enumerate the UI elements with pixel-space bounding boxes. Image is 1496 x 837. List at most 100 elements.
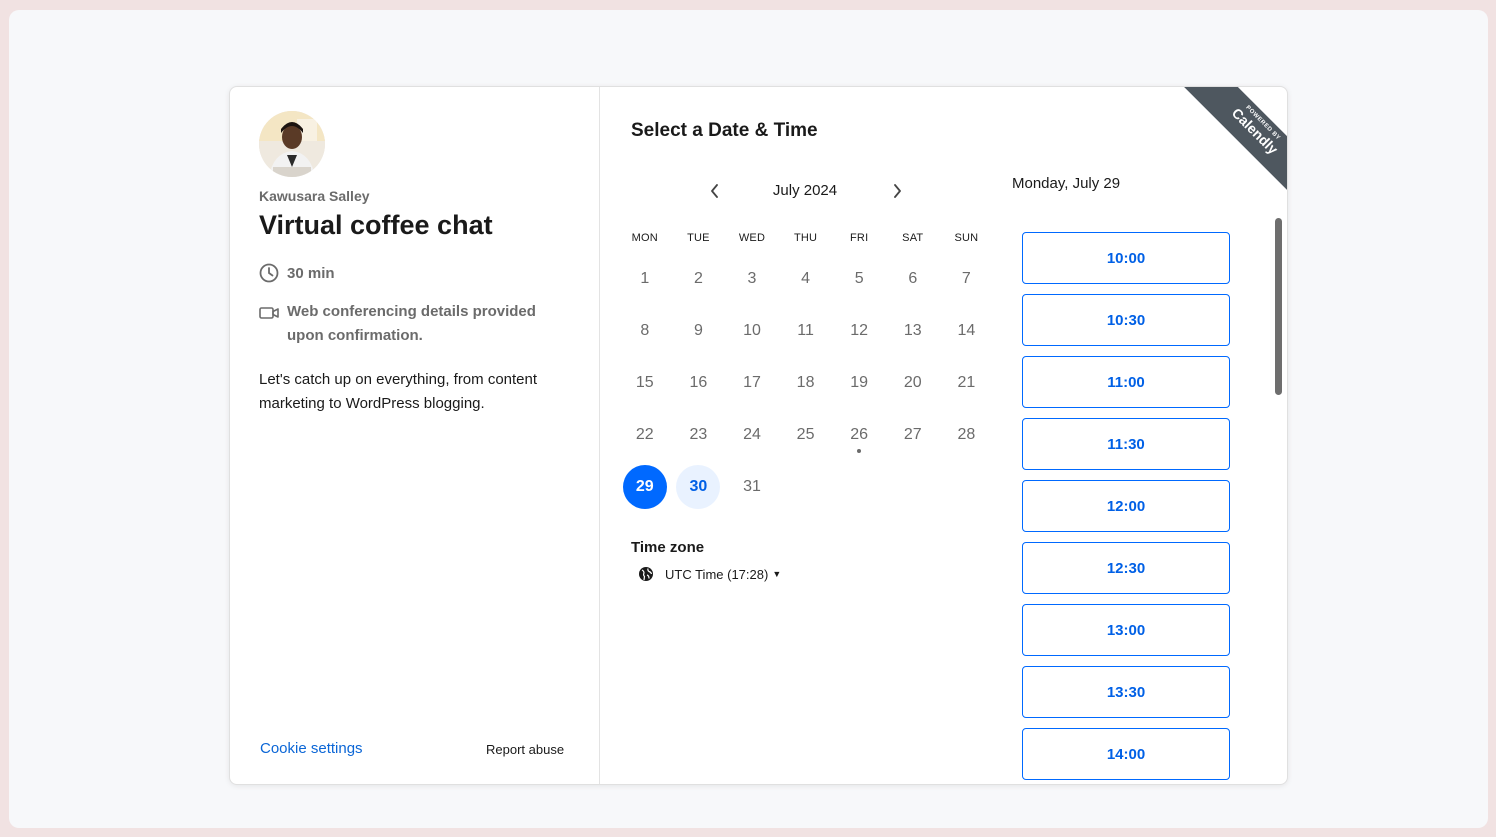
powered-by-calendly-badge[interactable]: POWERED BY Calendly [1182, 87, 1287, 192]
time-slot-button[interactable]: 13:30 [1022, 666, 1230, 718]
weekday-label: TUE [687, 232, 710, 244]
time-slot-button[interactable]: 12:30 [1022, 542, 1230, 594]
calendar-day-number: 17 [743, 374, 761, 391]
calendar-week: 22 23 24 25 26 27 28 [618, 409, 994, 461]
calendar-day-number: 19 [850, 374, 869, 391]
calendar-day-number: 18 [796, 374, 815, 391]
calendar-day: 10 [725, 305, 779, 357]
weekday-label: SAT [902, 232, 924, 244]
caret-down-icon: ▼ [772, 569, 782, 579]
calendar-day: 28 [940, 409, 994, 461]
time-slot-button[interactable]: 11:30 [1022, 418, 1230, 470]
calendar-day-number: 5 [854, 270, 864, 287]
calendar-day-number: 21 [957, 374, 976, 391]
calendar-day-number: 1 [640, 270, 650, 287]
calendar-day-number: 6 [908, 270, 918, 287]
clock-icon [259, 263, 279, 283]
calendar-day: 23 [672, 409, 726, 461]
globe-icon [638, 566, 654, 582]
time-slot-list: 10:00 10:30 11:00 11:30 12:00 12:30 13:00 13:30… [1022, 232, 1230, 784]
calendar-grid: 1 2 3 4 5 6 7 8 9 10 11 12 13 14 15 16 17 18 19 20 21 22 23 24 2… [618, 253, 994, 513]
weekday-header: MON TUE WED THU FRI SAT SUN [618, 232, 993, 244]
calendar-day-number: 15 [635, 374, 654, 391]
timezone-value: UTC Time (17:28) [665, 566, 769, 582]
calendar-day-number: 24 [743, 426, 761, 443]
calendar-day-number: 14 [957, 322, 976, 339]
calendar-day: 27 [886, 409, 940, 461]
calendar-day-number: 12 [850, 322, 869, 339]
calendar-day-number: 30 [676, 465, 721, 509]
timezone-label: Time zone [631, 539, 705, 556]
calendar-day[interactable]: 30 [672, 461, 726, 513]
calendar-day-number: 9 [693, 322, 703, 339]
calendar-day: 15 [618, 357, 672, 409]
host-name: Kawusara Salley [259, 188, 370, 204]
cookie-settings-link[interactable]: Cookie settings [260, 740, 363, 757]
calendar-day: 3 [725, 253, 779, 305]
calendar-day-number: 23 [689, 426, 708, 443]
calendar-day: 12 [832, 305, 886, 357]
booking-card: Kawusara Salley Virtual coffee chat 30 m… [229, 86, 1288, 785]
calendar-day-number: 7 [961, 270, 971, 287]
calendar-day-number: 10 [743, 322, 761, 339]
timezone-select[interactable]: UTC Time (17:28) ▼ [638, 566, 781, 582]
event-duration: 30 min [259, 263, 335, 285]
calendar-day: 19 [832, 357, 886, 409]
calendar-empty-cell [940, 461, 994, 513]
weekday-label: THU [793, 232, 818, 244]
calendar-day: 20 [886, 357, 940, 409]
time-slot-button[interactable]: 11:00 [1022, 356, 1230, 408]
page-title: Select a Date & Time [631, 120, 818, 141]
calendar-day: 9 [672, 305, 726, 357]
calendar-day-number: 28 [957, 426, 976, 443]
time-slot-button[interactable]: 10:30 [1022, 294, 1230, 346]
calendar-day: 31 [725, 461, 779, 513]
calendar-week: 8 9 10 11 12 13 14 [618, 305, 994, 357]
calendar-day-number: 3 [747, 270, 757, 287]
calendar-day: 6 [886, 253, 940, 305]
calendar-day: 14 [940, 305, 994, 357]
video-camera-icon [259, 303, 279, 323]
weekday-label: MON [631, 232, 658, 244]
slots-scrollbar[interactable] [1275, 218, 1282, 395]
calendar-week: 29 30 31 [618, 461, 994, 513]
calendar-day-number: 29 [622, 465, 667, 509]
calendar-day-number: 4 [801, 270, 811, 287]
event-title: Virtual coffee chat [259, 210, 493, 240]
chevron-left-icon [711, 184, 718, 198]
calendar-week: 15 16 17 18 19 20 21 [618, 357, 994, 409]
calendar-day-number: 22 [635, 426, 654, 443]
calendar-day: 22 [618, 409, 672, 461]
calendar-day: 13 [886, 305, 940, 357]
host-avatar [259, 111, 325, 177]
report-abuse-link[interactable]: Report abuse [486, 742, 564, 757]
calendar-day: 11 [779, 305, 833, 357]
calendar-day[interactable]: 29 [618, 461, 672, 513]
chevron-right-icon [894, 184, 901, 198]
calendar-day: 8 [618, 305, 672, 357]
weekday-label: SUN [954, 232, 979, 244]
calendar-day: 16 [672, 357, 726, 409]
duration-text: 30 min [287, 265, 335, 282]
calendar-day: 4 [779, 253, 833, 305]
calendar-day-number: 27 [903, 426, 922, 443]
time-slot-button[interactable]: 10:00 [1022, 232, 1230, 284]
time-slot-button[interactable]: 14:00 [1022, 728, 1230, 780]
event-details-panel: Kawusara Salley Virtual coffee chat 30 m… [230, 87, 600, 784]
month-navigation: July 2024 [700, 179, 910, 203]
event-location: Web conferencing details provided upon c… [259, 300, 557, 348]
time-slot-button[interactable]: 13:00 [1022, 604, 1230, 656]
previous-month-button[interactable] [703, 179, 727, 203]
calendar-day: 18 [779, 357, 833, 409]
time-slot-button[interactable]: 12:00 [1022, 480, 1230, 532]
calendar-day: 17 [725, 357, 779, 409]
calendar-day: 25 [779, 409, 833, 461]
next-month-button[interactable] [885, 179, 909, 203]
calendar-empty-cell [886, 461, 940, 513]
calendar-day: 7 [940, 253, 994, 305]
calendar-day-number: 25 [796, 426, 815, 443]
month-label: July 2024 [772, 182, 838, 199]
weekday-label: FRI [850, 232, 869, 244]
calendar-day-number: 31 [743, 478, 761, 495]
calendar-empty-cell [832, 461, 886, 513]
